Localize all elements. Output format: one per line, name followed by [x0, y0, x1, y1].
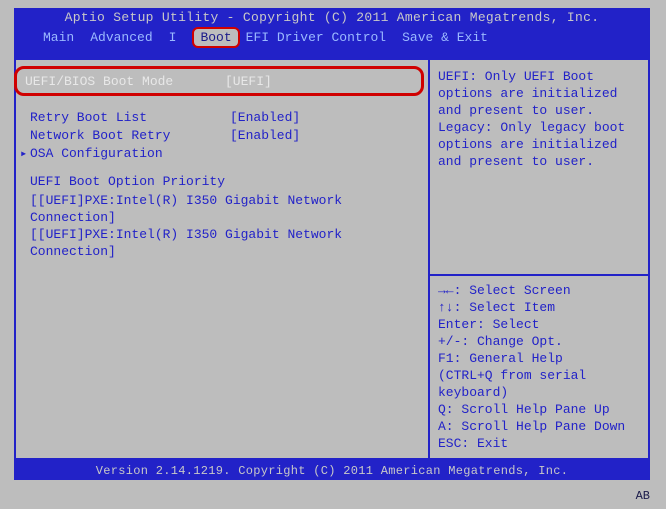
- key-select-screen: →←: Select Screen: [438, 282, 640, 299]
- boot-mode-label: UEFI/BIOS Boot Mode: [25, 74, 225, 89]
- tab-efi-driver-control[interactable]: EFI Driver Control: [246, 30, 396, 45]
- footer-version: Version 2.14.1219. Copyright (C) 2011 Am…: [14, 460, 650, 480]
- key-scroll-up: Q: Scroll Help Pane Up: [438, 401, 640, 418]
- key-change-opt: +/-: Change Opt.: [438, 333, 640, 350]
- tab-bar: Main Advanced I Boot EFI Driver Control …: [15, 28, 649, 46]
- boot-mode-value: [UEFI]: [225, 74, 272, 89]
- help-pane: UEFI: Only UEFI Boot options are initial…: [428, 60, 648, 458]
- key-ctrl-q-2: keyboard): [438, 384, 640, 401]
- network-boot-retry-value: [Enabled]: [230, 128, 300, 143]
- bios-screen: Aptio Setup Utility - Copyright (C) 2011…: [14, 8, 650, 498]
- osa-configuration-row[interactable]: ▸ OSA Configuration: [22, 144, 422, 162]
- key-help: →←: Select Screen ↑↓: Select Item Enter:…: [430, 274, 648, 458]
- key-select-item: ↑↓: Select Item: [438, 299, 640, 316]
- boot-priority-heading: UEFI Boot Option Priority: [22, 174, 422, 192]
- key-enter: Enter: Select: [438, 316, 640, 333]
- retry-boot-list-row[interactable]: Retry Boot List [Enabled]: [22, 108, 422, 126]
- tab-advanced[interactable]: Advanced: [90, 30, 162, 45]
- settings-pane: UEFI/BIOS Boot Mode [UEFI] Retry Boot Li…: [16, 60, 428, 458]
- tab-save-exit[interactable]: Save & Exit: [402, 30, 498, 45]
- key-general-help: F1: General Help: [438, 350, 640, 367]
- tab-boot[interactable]: Boot: [192, 27, 239, 48]
- network-boot-retry-row[interactable]: Network Boot Retry [Enabled]: [22, 126, 422, 144]
- submenu-arrow-icon: ▸: [20, 146, 27, 161]
- boot-entry-1[interactable]: [[UEFI]PXE:Intel(R) I350 Gigabit Network…: [22, 192, 422, 226]
- key-scroll-down: A: Scroll Help Pane Down: [438, 418, 640, 435]
- tab-main[interactable]: Main: [43, 30, 84, 45]
- tab-partial-i[interactable]: I: [169, 30, 187, 45]
- content-area: UEFI/BIOS Boot Mode [UEFI] Retry Boot Li…: [14, 60, 650, 460]
- network-boot-retry-label: Network Boot Retry: [30, 128, 230, 143]
- boot-entry-2[interactable]: [[UEFI]PXE:Intel(R) I350 Gigabit Network…: [22, 226, 422, 260]
- retry-boot-list-value: [Enabled]: [230, 110, 300, 125]
- boot-mode-row[interactable]: UEFI/BIOS Boot Mode [UEFI]: [14, 66, 424, 96]
- header-bar: Aptio Setup Utility - Copyright (C) 2011…: [14, 8, 650, 60]
- osa-configuration-label: OSA Configuration: [30, 146, 230, 161]
- footer-badge: AB: [630, 489, 656, 503]
- key-esc: ESC: Exit: [438, 435, 640, 452]
- help-description: UEFI: Only UEFI Boot options are initial…: [430, 60, 648, 274]
- key-ctrl-q-1: (CTRL+Q from serial: [438, 367, 640, 384]
- retry-boot-list-label: Retry Boot List: [30, 110, 230, 125]
- utility-title: Aptio Setup Utility - Copyright (C) 2011…: [15, 10, 649, 28]
